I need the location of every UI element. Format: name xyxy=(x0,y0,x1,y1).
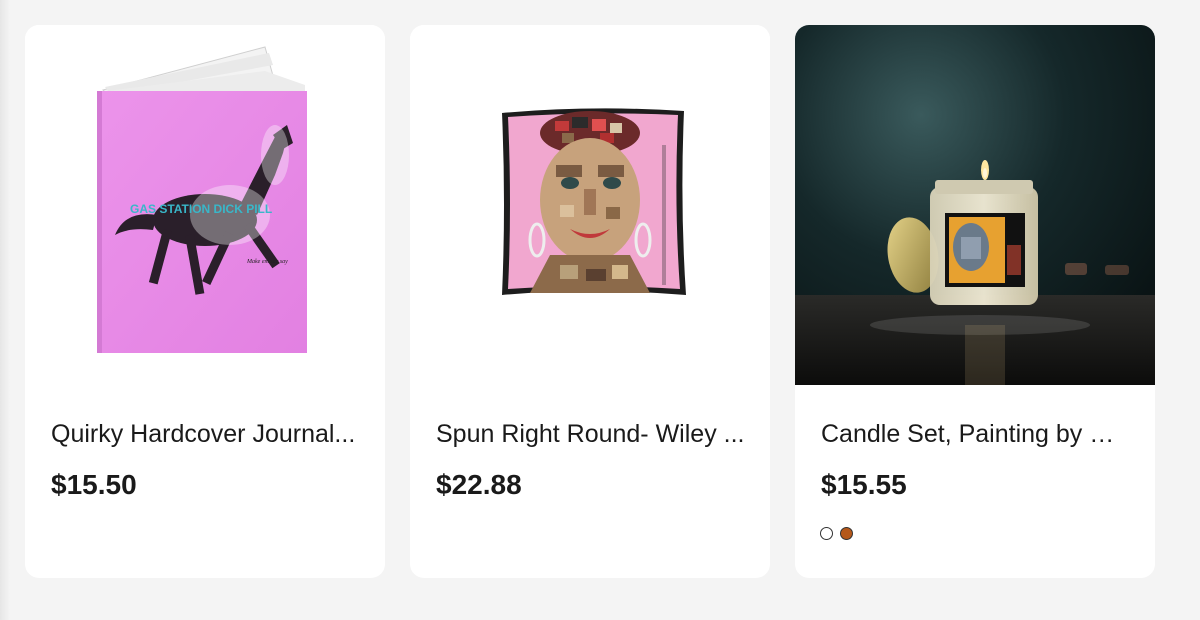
product-price: $15.55 xyxy=(821,469,907,500)
color-swatch-white[interactable] xyxy=(820,527,833,540)
product-title[interactable]: Candle Set, Painting by W... xyxy=(821,418,1131,450)
color-swatches xyxy=(820,527,853,540)
product-card-candle[interactable]: Candle Set, Painting by W... $15.55 xyxy=(795,25,1155,578)
product-price: $15.50 xyxy=(51,469,137,500)
product-grid: GAS STATION DICK PILL Make em say say Qu… xyxy=(25,25,1155,578)
journal-cover-subtitle: Make em say say xyxy=(246,259,288,265)
product-image-journal[interactable]: GAS STATION DICK PILL Make em say say xyxy=(25,25,385,385)
product-image-candle[interactable] xyxy=(795,25,1155,385)
product-image-pillow[interactable] xyxy=(410,25,770,385)
product-card-pillow[interactable]: Spun Right Round- Wiley ... $22.88 xyxy=(410,25,770,578)
product-title[interactable]: Quirky Hardcover Journal... xyxy=(51,418,361,450)
journal-cover-title: GAS STATION DICK PILL xyxy=(130,202,272,216)
product-title[interactable]: Spun Right Round- Wiley ... xyxy=(436,418,746,450)
color-swatch-amber[interactable] xyxy=(840,527,853,540)
product-card-journal[interactable]: GAS STATION DICK PILL Make em say say Qu… xyxy=(25,25,385,578)
page-edge-shadow xyxy=(0,0,10,620)
product-price: $22.88 xyxy=(436,469,522,500)
